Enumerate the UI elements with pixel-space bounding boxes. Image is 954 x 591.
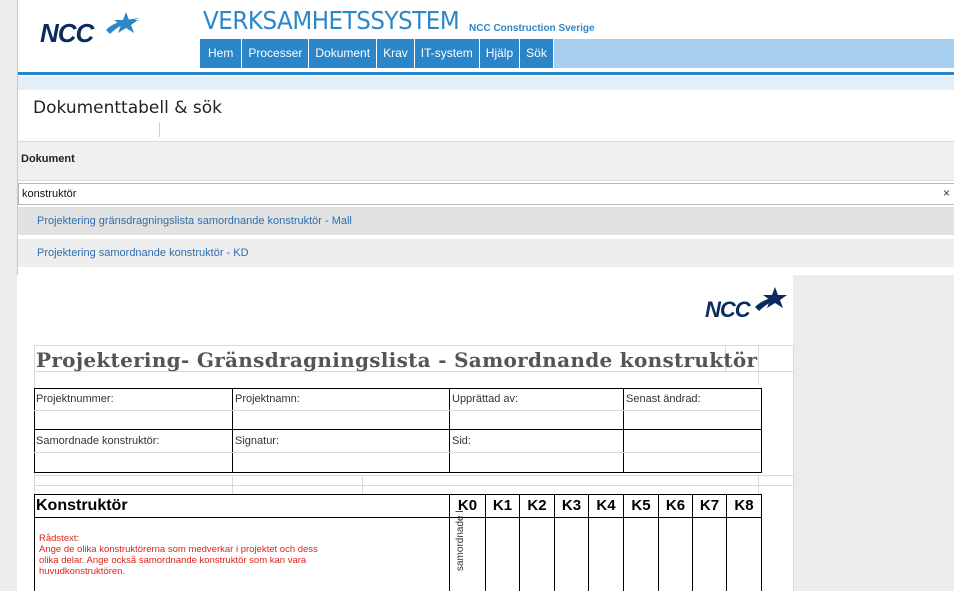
vertical-column-label: samordnade k [455,511,466,571]
grid-line [758,345,759,385]
grid-line [758,475,759,495]
konstruktor-heading: Konstruktör [36,497,128,514]
divider [159,122,160,137]
document-preview: NCC Projektering- Gränsdragningslista - … [17,275,795,591]
table-border [34,388,35,473]
intranet-page: NCC VERKSAMHETSSYSTEM NCC Construction S… [17,0,954,275]
table-border [34,388,762,389]
grid-line [232,475,233,495]
advice-line: huvudkonstruktören. [39,566,126,577]
table-border [232,388,233,473]
document-ncc-logo: NCC [705,283,795,323]
table-border [761,388,762,473]
document-logo-text: NCC [705,297,751,322]
table-border [34,494,762,495]
table-border [34,472,762,473]
ncc-logo-text: NCC [40,18,94,48]
nav-item-hjalp[interactable]: Hjälp [479,39,521,68]
star-icon [106,12,140,34]
nav-item-processer[interactable]: Processer [242,39,310,68]
column-header-k2: K2 [527,497,547,514]
grid-line [34,485,793,486]
label-samordnade: Samordnade konstruktör: [36,435,160,447]
column-header-k1: K1 [492,497,513,514]
label-sid: Sid: [452,435,471,447]
label-upprattad-av: Upprättad av: [452,393,519,405]
table-border [34,517,762,518]
advice-text: Rådstext: Ange de olika konstruktörerna … [39,533,419,577]
column-header-k5: K5 [631,497,651,514]
table-border [449,388,450,473]
advice-line: Ange de olika konstruktörerna som medver… [39,544,318,555]
nav-item-hem[interactable]: Hem [200,39,243,68]
column-header-k8: K8 [734,497,754,514]
search-input[interactable] [22,186,922,202]
advice-heading: Rådstext: [39,533,80,544]
nav-item-dokument[interactable]: Dokument [309,39,378,68]
section-header: Dokument [18,141,954,181]
label-projektnamn: Projektnamn: [235,393,300,405]
advice-line: olika delar. Ange också samordnande kons… [39,555,307,566]
column-header-k7: K7 [699,497,720,514]
header-subbar [18,76,954,90]
search-result[interactable]: Projektering gränsdragningslista samordn… [18,207,954,235]
header-divider [18,72,954,75]
search-result[interactable]: Projektering samordnande konstruktör - K… [18,239,954,267]
label-signatur: Signatur: [235,435,280,447]
ncc-logo[interactable]: NCC [40,12,150,48]
grid-line [793,345,794,591]
label-senast-andrad: Senast ändrad: [626,393,701,405]
column-header-k4: K4 [596,497,616,514]
table-border [623,388,624,473]
label-projektnummer: Projektnummer: [36,393,114,405]
star-icon [755,287,787,311]
page-title: Dokumenttabell & sök [33,98,222,118]
grid-line [34,475,793,476]
table-border [761,494,762,591]
nav-item-krav[interactable]: Krav [377,39,415,68]
grid-line [34,410,761,411]
document-title: Projektering- Gränsdragningslista - Samo… [36,348,758,372]
nav-item-sok[interactable]: Sök [520,39,554,68]
table-border [34,429,762,430]
nav-item-it-system[interactable]: IT-system [414,39,480,68]
clear-icon[interactable]: × [943,186,950,200]
system-subtitle: NCC Construction Sverige [469,23,595,34]
grid-line [34,452,761,453]
section-label: Dokument [21,153,75,165]
grid-line [34,345,793,346]
column-header-k3: K3 [561,497,582,514]
table-border [34,494,35,591]
search-box: × [18,183,954,205]
column-header-k6: K6 [665,497,686,514]
grid-line [362,475,363,495]
system-title: VERKSAMHETSSYSTEM [203,6,460,35]
main-nav: Hem Processer Dokument Krav IT-system Hj… [200,39,554,68]
